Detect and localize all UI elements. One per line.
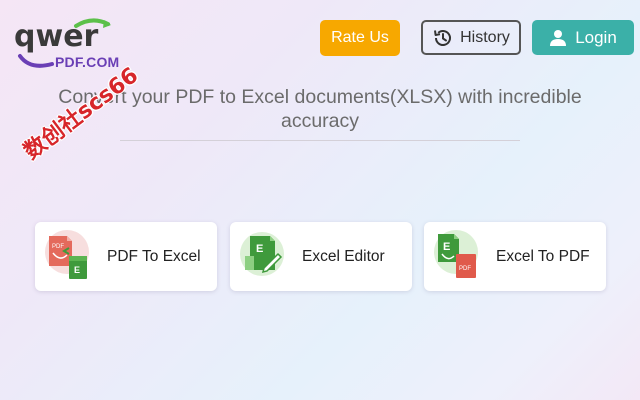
svg-text:E: E: [256, 243, 263, 255]
svg-text:PDF: PDF: [52, 244, 64, 250]
logo-wordmark: qwer: [14, 19, 99, 54]
excel-to-pdf-card[interactable]: E PDF Excel To PDF: [424, 222, 606, 291]
pdf-to-excel-label: PDF To Excel: [107, 247, 201, 265]
excel-to-pdf-label: Excel To PDF: [496, 247, 590, 265]
login-label: Login: [575, 27, 617, 47]
login-button[interactable]: Login: [532, 20, 634, 55]
excel-editor-icon: E: [240, 232, 284, 276]
excel-to-pdf-icon: E PDF: [434, 230, 478, 278]
pdf-to-excel-icon: PDF E: [45, 230, 89, 279]
history-clock-icon: [434, 29, 452, 46]
svg-text:PDF: PDF: [459, 266, 471, 272]
headline-divider: [120, 140, 520, 141]
user-icon: [550, 29, 567, 46]
svg-text:E: E: [74, 265, 80, 275]
svg-text:E: E: [443, 241, 450, 253]
excel-editor-label: Excel Editor: [302, 247, 385, 265]
rate-us-label: Rate Us: [331, 29, 389, 46]
excel-editor-card[interactable]: E Excel Editor: [230, 222, 412, 291]
history-button[interactable]: History: [421, 20, 521, 55]
pdf-to-excel-card[interactable]: PDF E PDF To Excel: [35, 222, 217, 291]
history-label: History: [460, 28, 510, 46]
logo-subtext: PDF.COM: [55, 54, 120, 70]
rate-us-button[interactable]: Rate Us: [320, 20, 400, 56]
